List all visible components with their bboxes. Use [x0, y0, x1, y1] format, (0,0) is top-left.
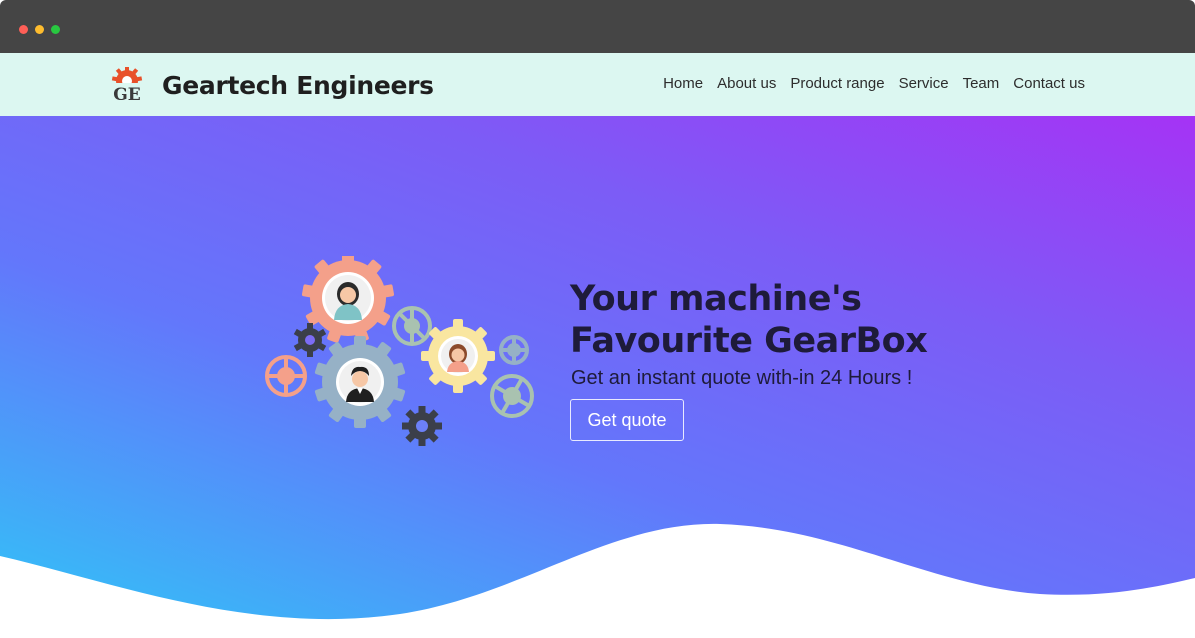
brand-name[interactable]: Geartech Engineers [162, 71, 434, 100]
get-quote-button[interactable]: Get quote [570, 399, 684, 441]
logo-text: GE [113, 85, 141, 105]
hero-headline-line1: Your machine's [570, 279, 862, 319]
nav-service[interactable]: Service [899, 75, 949, 92]
minimize-window-button[interactable] [35, 25, 44, 34]
hero-subtext: Get an instant quote with-in 24 Hours ! [571, 367, 913, 389]
nav-contact-us[interactable]: Contact us [1013, 75, 1085, 92]
nav-about-us[interactable]: About us [717, 75, 776, 92]
hero-headline-line2: Favourite GearBox [570, 321, 928, 361]
site-header: GE Geartech Engineers Home About us Prod… [0, 53, 1195, 116]
nav-team[interactable]: Team [963, 75, 1000, 92]
close-window-button[interactable] [19, 25, 28, 34]
browser-window: GE Geartech Engineers Home About us Prod… [0, 0, 1195, 638]
hero-headline: Your machine's Favourite GearBox [570, 278, 928, 362]
nav-home[interactable]: Home [663, 75, 703, 92]
hero-section: Your machine's Favourite GearBox Get an … [0, 116, 1195, 638]
window-chrome [0, 0, 1195, 53]
gear-logo-icon[interactable]: GE [106, 67, 148, 105]
nav-product-range[interactable]: Product range [790, 75, 884, 92]
maximize-window-button[interactable] [51, 25, 60, 34]
main-nav: Home About us Product range Service Team… [663, 75, 1085, 92]
team-gears-illustration [265, 256, 534, 446]
